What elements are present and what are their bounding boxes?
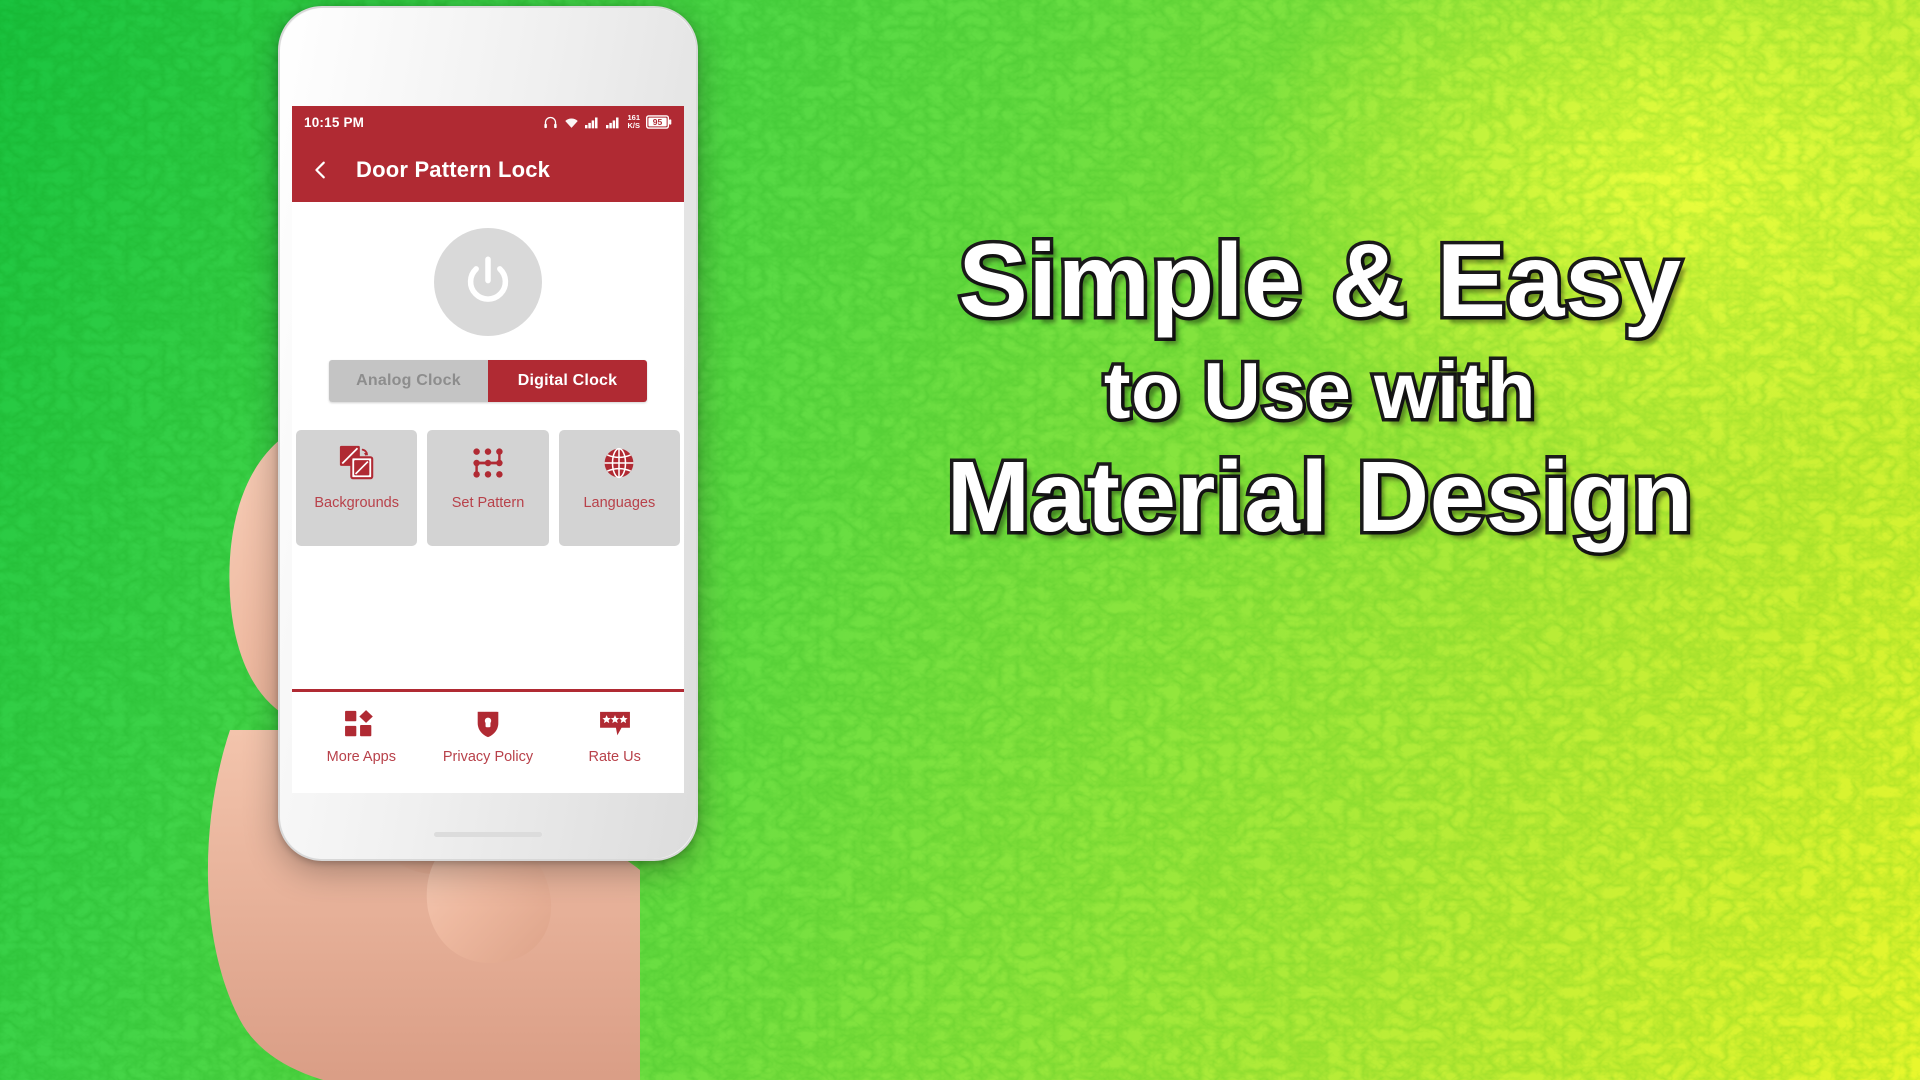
status-time: 10:15 PM: [304, 114, 365, 130]
feature-backgrounds-button[interactable]: Backgrounds: [296, 430, 418, 546]
feature-languages-button[interactable]: Languages: [558, 430, 680, 546]
nav-rate-us-label: Rate Us: [588, 749, 641, 765]
signal-icon-secondary: [606, 116, 621, 129]
power-icon[interactable]: [434, 228, 542, 336]
shield-lock-icon: [474, 706, 502, 742]
battery-icon: 95: [646, 115, 672, 129]
clock-style-toggle[interactable]: Analog Clock Digital Clock: [329, 360, 647, 402]
battery-level-label: 95: [652, 117, 663, 127]
main-content: Analog Clock Digital Clock Backgrounds S…: [292, 202, 684, 793]
feature-set-pattern-button[interactable]: Set Pattern: [427, 430, 549, 546]
wifi-icon: [564, 116, 579, 129]
toggle-analog-clock[interactable]: Analog Clock: [329, 360, 488, 402]
nav-more-apps-button[interactable]: More Apps: [298, 706, 425, 767]
status-icon-group: 161 K/S 95: [543, 114, 672, 130]
power-button-area: [292, 228, 684, 336]
network-rate-indicator: 161 K/S: [627, 114, 640, 130]
images-stack-icon: [338, 442, 376, 484]
status-bar: 10:15 PM 161 K/S 95: [292, 106, 684, 138]
app-bar: Door Pattern Lock: [292, 138, 684, 202]
feature-languages-label: Languages: [583, 495, 656, 511]
signal-icon: [585, 116, 600, 129]
bottom-navigation: More Apps Privacy Policy Rate Us: [292, 689, 684, 793]
feature-button-row: Backgrounds Set Pattern Languages: [292, 430, 684, 546]
globe-icon: [601, 442, 637, 484]
page-title: Door Pattern Lock: [356, 157, 551, 182]
nav-privacy-policy-button[interactable]: Privacy Policy: [425, 706, 552, 767]
toggle-digital-clock[interactable]: Digital Clock: [488, 360, 647, 402]
phone-screen: 10:15 PM 161 K/S 95 Door Pattern Lock An…: [292, 106, 684, 793]
chevron-left-icon[interactable]: [306, 155, 336, 185]
home-indicator: [434, 832, 542, 837]
network-rate-unit: K/S: [627, 121, 640, 130]
feature-backgrounds-label: Backgrounds: [314, 495, 399, 511]
headphones-icon: [543, 115, 558, 130]
nav-privacy-policy-label: Privacy Policy: [442, 749, 534, 765]
phone-mockup: 10:15 PM 161 K/S 95 Door Pattern Lock An…: [278, 6, 698, 861]
feature-set-pattern-label: Set Pattern: [451, 495, 525, 511]
nav-rate-us-button[interactable]: Rate Us: [551, 706, 678, 767]
review-stars-icon: [598, 706, 632, 742]
apps-grid-icon: [344, 706, 378, 742]
pattern-dots-icon: [469, 442, 507, 484]
nav-more-apps-label: More Apps: [326, 749, 396, 765]
